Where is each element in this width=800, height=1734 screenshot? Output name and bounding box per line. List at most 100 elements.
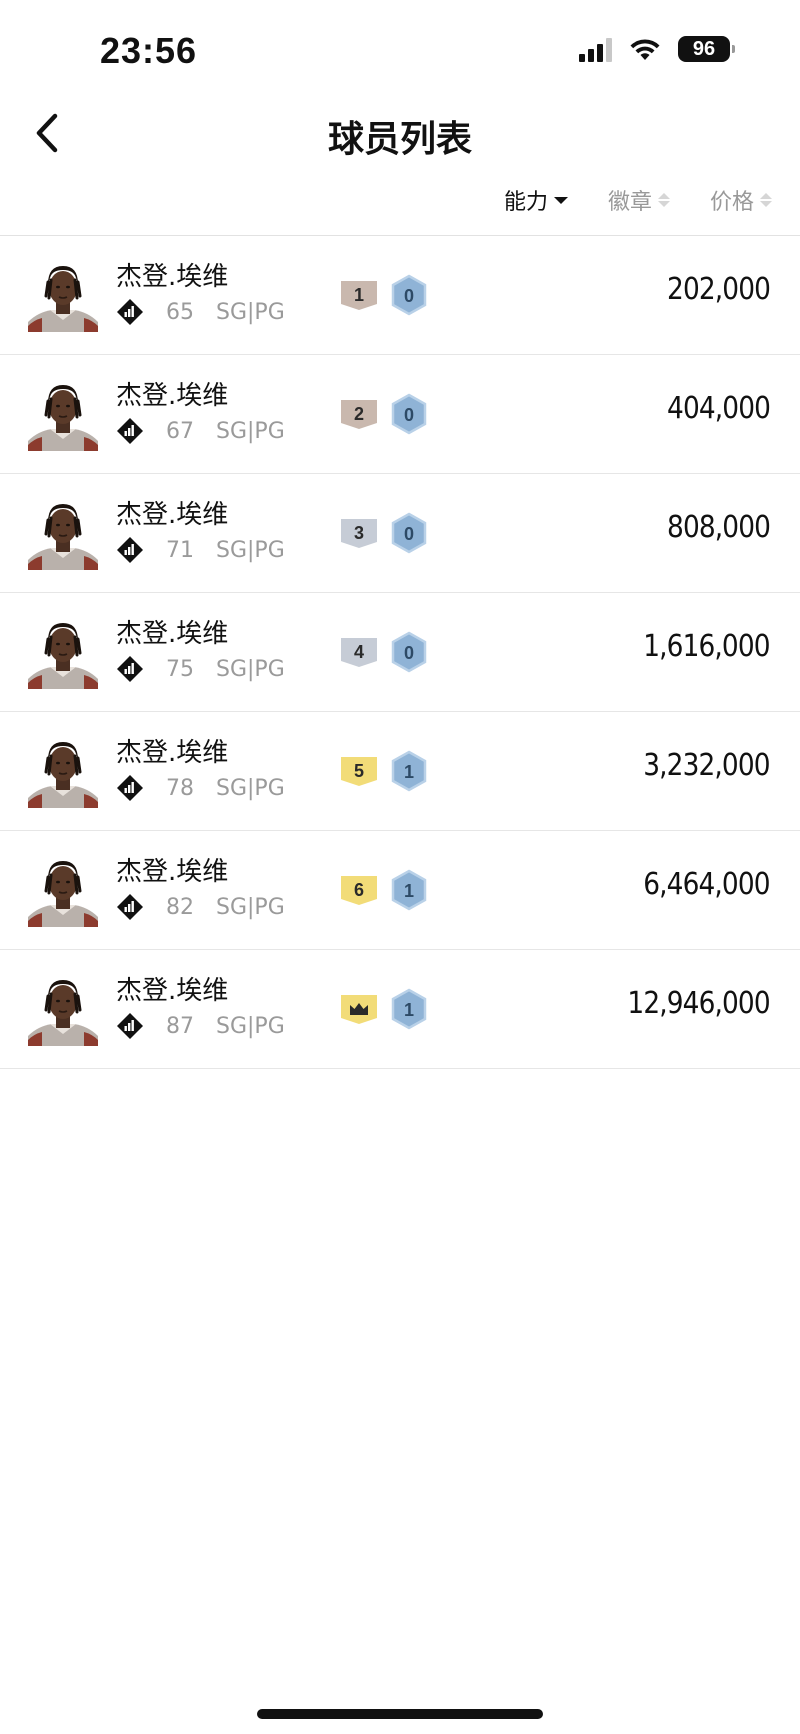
svg-text:0: 0 (404, 405, 414, 425)
player-row[interactable]: 杰登.埃维 78 SG|PG 5 1 3,232,000 (0, 712, 800, 831)
badge-count-hex: 0 (391, 393, 427, 435)
tier-diamond-icon (117, 894, 143, 920)
player-price: 6,464,000 (643, 867, 771, 902)
status-time: 23:56 (100, 30, 198, 71)
tier-diamond-icon (117, 656, 143, 682)
sort-arrows-icon (760, 193, 772, 207)
player-position: SG|PG (216, 299, 285, 325)
badge-count-hex: 0 (391, 631, 427, 673)
svg-text:0: 0 (404, 286, 414, 306)
player-price: 1,616,000 (643, 629, 771, 664)
status-icons: 96 (579, 36, 735, 62)
player-meta: 65 SG|PG (116, 298, 285, 326)
svg-text:2: 2 (354, 404, 364, 424)
player-badges: 5 1 (340, 750, 428, 792)
sort-desc-icon (553, 196, 568, 204)
tier-diamond-icon (117, 1013, 143, 1039)
player-row[interactable]: 杰登.埃维 75 SG|PG 4 0 1,616,000 (0, 593, 800, 712)
player-avatar (28, 980, 98, 1046)
player-price: 3,232,000 (643, 748, 771, 783)
player-position: SG|PG (216, 656, 285, 682)
home-indicator (257, 1709, 543, 1719)
player-badges: 3 0 (340, 512, 428, 554)
level-badge: 4 (341, 638, 377, 667)
svg-text:4: 4 (354, 642, 364, 662)
player-badges: 4 0 (340, 631, 428, 673)
badge-count-hex: 0 (391, 512, 427, 554)
tier-diamond-icon (117, 537, 143, 563)
player-meta: 82 SG|PG (116, 893, 285, 921)
level-badge: 3 (341, 519, 377, 548)
player-name: 杰登.埃维 (116, 619, 229, 649)
player-row[interactable]: 杰登.埃维 65 SG|PG 1 0 202,000 (0, 236, 800, 355)
svg-text:1: 1 (404, 762, 414, 782)
level-badge: 6 (341, 876, 377, 905)
sort-arrows-icon (657, 193, 670, 207)
player-position: SG|PG (216, 1013, 285, 1039)
player-price: 202,000 (666, 272, 771, 307)
player-avatar (28, 742, 98, 808)
player-badges: 1 (340, 988, 428, 1030)
badge-count-hex: 0 (391, 274, 427, 316)
player-avatar (28, 504, 98, 570)
player-badges: 6 1 (340, 869, 428, 911)
svg-text:3: 3 (354, 523, 364, 543)
player-name: 杰登.埃维 (116, 500, 229, 530)
player-name: 杰登.埃维 (116, 976, 229, 1006)
player-row[interactable]: 杰登.埃维 87 SG|PG 1 12,946,000 (0, 950, 800, 1069)
level-badge: 2 (341, 400, 377, 429)
player-list: 杰登.埃维 65 SG|PG 1 0 202,000 杰登.埃维 67 SG|P… (0, 236, 800, 1069)
player-badges: 2 0 (340, 393, 428, 435)
tier-diamond-icon (117, 418, 143, 444)
player-row[interactable]: 杰登.埃维 71 SG|PG 3 0 808,000 (0, 474, 800, 593)
nav-header: 球员列表 (0, 100, 800, 170)
player-rating: 67 (166, 418, 194, 444)
svg-text:0: 0 (404, 643, 414, 663)
player-price: 808,000 (666, 510, 771, 545)
player-avatar (28, 266, 98, 332)
status-bar: 23:56 96 (0, 0, 800, 110)
player-position: SG|PG (216, 894, 285, 920)
sort-price-label: 价格 (709, 190, 754, 215)
badge-count-hex: 1 (391, 750, 427, 792)
sort-by-price[interactable]: 价格 (710, 184, 772, 216)
player-meta: 78 SG|PG (116, 774, 285, 802)
sort-by-ability[interactable]: 能力 (504, 184, 568, 216)
svg-text:5: 5 (354, 761, 364, 781)
svg-text:0: 0 (404, 524, 414, 544)
tier-diamond-icon (117, 775, 143, 801)
badge-count-hex: 1 (391, 988, 427, 1030)
player-price: 12,946,000 (627, 986, 771, 1021)
svg-text:6: 6 (354, 880, 364, 900)
level-badge: 1 (341, 281, 377, 310)
player-rating: 82 (166, 894, 194, 920)
player-name: 杰登.埃维 (116, 857, 229, 887)
svg-text:1: 1 (404, 1000, 414, 1020)
player-badges: 1 0 (340, 274, 428, 316)
player-position: SG|PG (216, 775, 285, 801)
sort-badges-label: 徽章 (607, 190, 652, 215)
player-avatar (28, 623, 98, 689)
player-rating: 87 (166, 1013, 194, 1039)
player-row[interactable]: 杰登.埃维 67 SG|PG 2 0 404,000 (0, 355, 800, 474)
player-meta: 75 SG|PG (116, 655, 285, 683)
player-name: 杰登.埃维 (116, 381, 229, 411)
player-meta: 71 SG|PG (116, 536, 285, 564)
player-avatar (28, 861, 98, 927)
player-position: SG|PG (216, 418, 285, 444)
sort-ability-label: 能力 (503, 190, 548, 215)
player-rating: 78 (166, 775, 194, 801)
level-badge: 5 (341, 757, 377, 786)
player-price: 404,000 (666, 391, 771, 426)
sort-bar: 能力 徽章 价格 (504, 184, 772, 216)
player-rating: 71 (166, 537, 194, 563)
page-title: 球员列表 (327, 119, 472, 160)
sort-by-badges[interactable]: 徽章 (608, 184, 670, 216)
cellular-signal-icon (579, 36, 612, 62)
wifi-icon (630, 39, 660, 60)
player-meta: 67 SG|PG (116, 417, 285, 445)
tier-diamond-icon (117, 299, 143, 325)
player-row[interactable]: 杰登.埃维 82 SG|PG 6 1 6,464,000 (0, 831, 800, 950)
svg-text:1: 1 (354, 285, 364, 305)
svg-text:1: 1 (404, 881, 414, 901)
